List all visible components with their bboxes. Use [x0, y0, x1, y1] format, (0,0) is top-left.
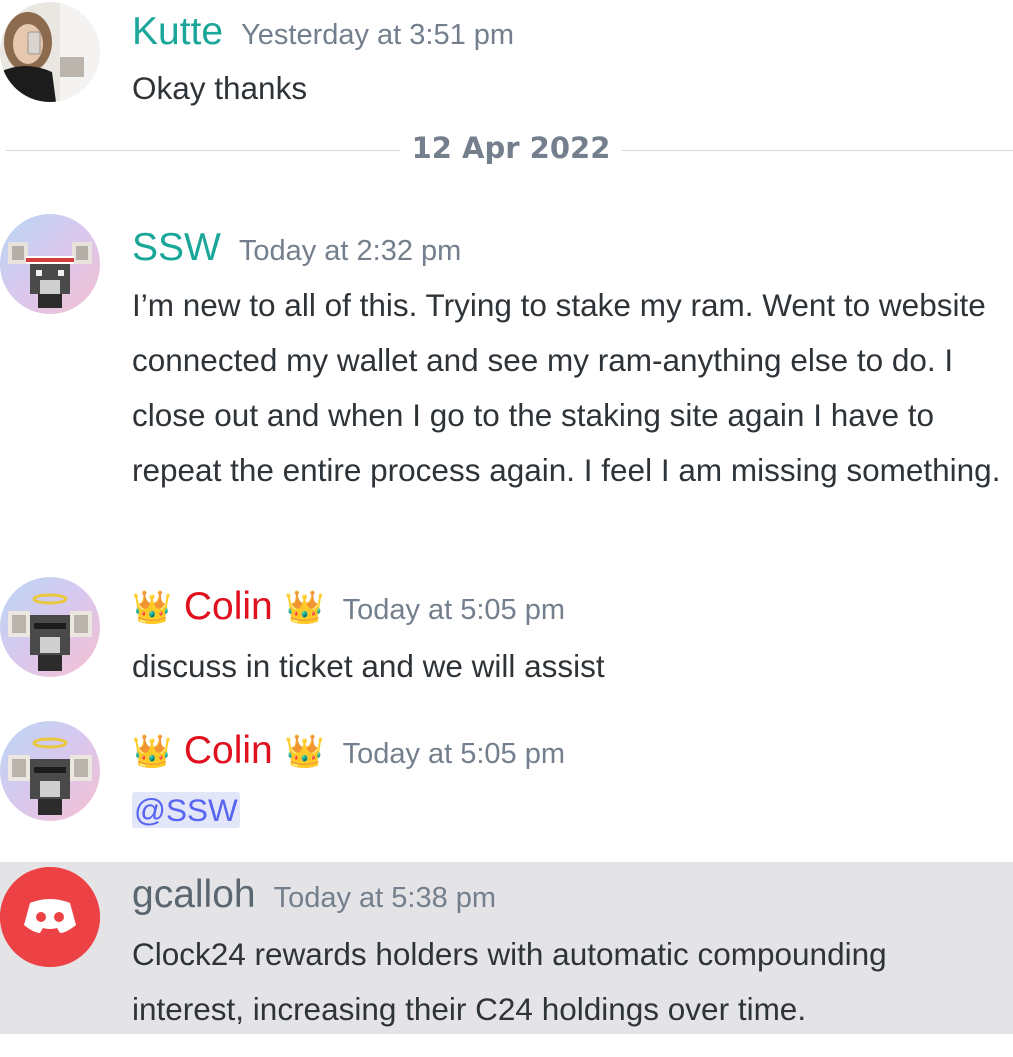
- photo-avatar-icon: [0, 2, 100, 102]
- goat-halo-avatar-icon: [0, 721, 100, 821]
- username[interactable]: Colin: [184, 731, 273, 770]
- message-colin-2: 👑 Colin 👑 Today at 5:05 pm @SSW: [0, 719, 1013, 839]
- user-avatar-gcalloh[interactable]: [0, 867, 100, 967]
- user-avatar-kutte[interactable]: [0, 2, 100, 102]
- goat-halo-avatar-icon: [0, 577, 100, 677]
- crown-icon: 👑: [284, 588, 325, 625]
- goat-pixel-avatar-icon: [0, 214, 100, 314]
- message-gcalloh: gcalloh Today at 5:38 pm Clock24 rewards…: [0, 862, 1013, 1034]
- user-mention[interactable]: @SSW: [132, 792, 240, 828]
- crown-icon: 👑: [132, 588, 172, 625]
- username[interactable]: Colin: [184, 587, 273, 626]
- message-kutte: Kutte Yesterday at 3:51 pm Okay thanks: [0, 0, 1013, 120]
- message-header: gcalloh Today at 5:38 pm: [132, 875, 496, 914]
- user-avatar-colin[interactable]: [0, 721, 100, 821]
- user-avatar-ssw[interactable]: [0, 214, 100, 314]
- message-colin-1: 👑 Colin 👑 Today at 5:05 pm discuss in ti…: [0, 575, 1013, 695]
- divider-line-left: [6, 150, 400, 151]
- timestamp: Yesterday at 3:51 pm: [241, 19, 515, 51]
- timestamp: Today at 5:05 pm: [342, 738, 566, 770]
- username[interactable]: gcalloh: [132, 875, 256, 914]
- username[interactable]: Kutte: [132, 12, 223, 51]
- user-avatar-colin[interactable]: [0, 577, 100, 677]
- timestamp: Today at 5:05 pm: [342, 594, 566, 626]
- crown-icon: 👑: [132, 732, 172, 769]
- crown-icon: 👑: [284, 732, 325, 769]
- message-content: I’m new to all of this. Trying to stake …: [132, 287, 1001, 488]
- discord-logo-icon: [0, 867, 100, 967]
- divider-line-right: [622, 150, 1013, 151]
- timestamp: Today at 5:38 pm: [273, 882, 497, 914]
- username[interactable]: SSW: [132, 228, 221, 267]
- message-header: Kutte Yesterday at 3:51 pm: [132, 12, 514, 51]
- divider-date: 12 Apr 2022: [411, 131, 611, 165]
- message-ssw: SSW Today at 2:32 pm I’m new to all of t…: [0, 210, 1013, 560]
- message-header: 👑 Colin 👑 Today at 5:05 pm: [132, 731, 565, 770]
- message-content: Clock24 rewards holders with automatic c…: [132, 936, 887, 1027]
- message-content: Okay thanks: [132, 70, 308, 106]
- message-content: discuss in ticket and we will assist: [132, 648, 605, 684]
- message-header: 👑 Colin 👑 Today at 5:05 pm: [132, 587, 565, 626]
- timestamp: Today at 2:32 pm: [238, 235, 462, 267]
- message-header: SSW Today at 2:32 pm: [132, 228, 461, 267]
- message-content: @SSW: [132, 783, 1007, 838]
- date-divider: 12 Apr 2022: [0, 131, 1013, 165]
